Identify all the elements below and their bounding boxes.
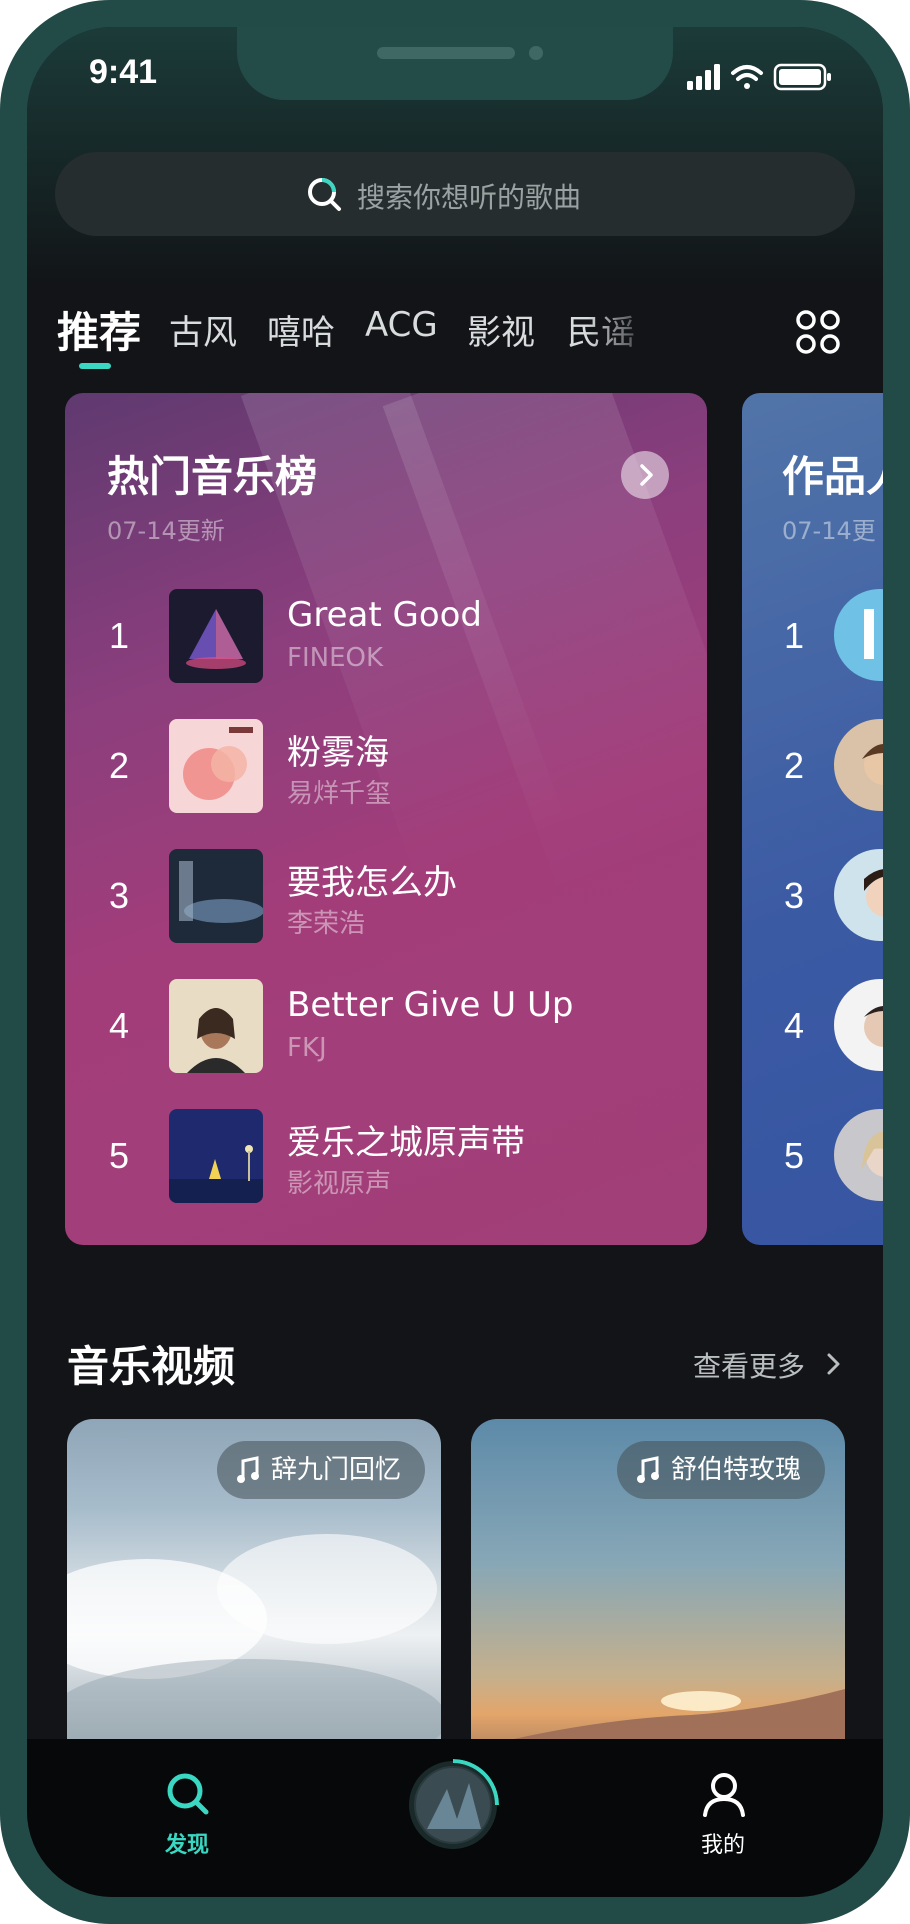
rank-number: 4 [784, 1005, 805, 1046]
wifi-icon [731, 65, 763, 89]
rank-number: 2 [784, 745, 805, 786]
category-tabs: 推荐 古风 嘻哈 ACG 影视 民谣 [27, 297, 883, 377]
video-tag-label: 辞九门回忆 [271, 1455, 402, 1485]
speaker [377, 47, 515, 59]
rank-number: 3 [109, 875, 130, 916]
song-title: Better Give U Up [287, 985, 574, 1025]
rank-number: 5 [784, 1135, 805, 1176]
search-icon [308, 178, 341, 211]
tab-film[interactable]: 影视 [467, 305, 535, 354]
song-title: 粉雾海 [287, 733, 389, 773]
bottom-tab-bar: 发现 我的 [27, 1739, 883, 1897]
rank-number: 1 [784, 615, 805, 656]
artist-row[interactable]: 5 [742, 1109, 883, 1205]
device-notch [237, 27, 673, 100]
album-cover [169, 849, 263, 943]
artist-row[interactable]: 2 [742, 719, 883, 815]
tab-hiphop[interactable]: 嘻哈 [267, 305, 335, 354]
rank-number: 3 [784, 875, 805, 916]
now-playing-button[interactable] [407, 1759, 499, 1851]
album-cover [169, 1109, 263, 1203]
rank-number: 5 [109, 1135, 130, 1176]
music-video-title: 音乐视频 [67, 1342, 236, 1391]
song-title: 爱乐之城原声带 [287, 1123, 525, 1163]
nav-mine[interactable]: 我的 [643, 1739, 803, 1859]
chart-row[interactable]: 4 Better Give U Up FKJ [65, 979, 707, 1075]
nav-discover[interactable]: 发现 [107, 1739, 267, 1859]
tab-active-indicator [79, 363, 111, 369]
artist-chart-title: 作品人 [782, 452, 883, 501]
artist-row[interactable]: 4 [742, 979, 883, 1075]
see-more-link[interactable]: 查看更多 [693, 1345, 805, 1385]
battery-icon [773, 63, 831, 91]
discover-icon [167, 1773, 209, 1815]
tab-fade [587, 297, 657, 377]
chevron-right-icon[interactable] [823, 1349, 845, 1379]
tab-recommend[interactable]: 推荐 [57, 299, 141, 360]
album-cover [169, 979, 263, 1073]
search-placeholder: 搜索你想听的歌曲 [357, 181, 582, 214]
artist-avatar [834, 979, 883, 1071]
music-note-icon [637, 1456, 659, 1483]
phone-frame: 9:41 搜索你想听的歌曲 推荐 古风 嘻哈 ACG 影视 热门音乐榜 07-1… [0, 0, 910, 1924]
rank-number: 2 [109, 745, 130, 786]
artist-row[interactable]: 1 [742, 589, 883, 685]
artist-avatar [834, 589, 883, 681]
video-card[interactable]: 舒伯特玫瑰 [471, 1419, 845, 1779]
hot-chart-updated: 07-14更新 [107, 517, 225, 545]
album-cover [169, 719, 263, 813]
artist-name: FKJ [287, 1033, 327, 1063]
artist-name: FINEOK [287, 643, 384, 673]
artist-avatar [834, 1109, 883, 1201]
artist-row[interactable]: 3 [742, 849, 883, 945]
tab-acg[interactable]: ACG [365, 305, 438, 345]
status-time: 9:41 [89, 53, 158, 91]
hot-chart-card[interactable]: 热门音乐榜 07-14更新 1 Great Good FINEOK 2 粉雾海 … [65, 393, 707, 1245]
user-icon [703, 1773, 745, 1817]
tab-gufeng[interactable]: 古风 [169, 305, 237, 354]
music-note-icon [237, 1456, 259, 1483]
artist-chart-card[interactable]: 作品人 07-14更 1 2 3 [742, 393, 883, 1245]
chart-row[interactable]: 2 粉雾海 易烊千玺 [65, 719, 707, 815]
hot-chart-title: 热门音乐榜 [107, 452, 318, 501]
chart-row[interactable]: 5 爱乐之城原声带 影视原声 [65, 1109, 707, 1205]
artist-name: 易烊千玺 [287, 779, 392, 809]
video-tag: 辞九门回忆 [217, 1441, 426, 1499]
video-card[interactable]: 辞九门回忆 [67, 1419, 441, 1779]
song-title: Great Good [287, 595, 483, 635]
artist-name: 影视原声 [287, 1169, 392, 1199]
song-title: 要我怎么办 [287, 863, 457, 903]
chart-row[interactable]: 1 Great Good FINEOK [65, 589, 707, 685]
artist-avatar [834, 719, 883, 811]
nav-discover-label: 发现 [164, 1833, 209, 1858]
video-tag-label: 舒伯特玫瑰 [671, 1455, 802, 1485]
rank-number: 4 [109, 1005, 130, 1046]
signal-icon [687, 64, 720, 90]
artist-name: 李荣浩 [287, 909, 366, 939]
search-bar[interactable]: 搜索你想听的歌曲 [55, 152, 855, 236]
app-screen: 9:41 搜索你想听的歌曲 推荐 古风 嘻哈 ACG 影视 热门音乐榜 07-1… [27, 27, 883, 1897]
rank-number: 1 [109, 615, 130, 656]
artist-avatar [834, 849, 883, 941]
chevron-right-icon[interactable] [621, 451, 669, 499]
artist-chart-updated: 07-14更 [782, 517, 876, 545]
chart-row[interactable]: 3 要我怎么办 李荣浩 [65, 849, 707, 945]
camera [529, 46, 543, 60]
category-grid-icon[interactable] [795, 309, 841, 355]
video-tag: 舒伯特玫瑰 [617, 1441, 826, 1499]
nav-mine-label: 我的 [700, 1833, 745, 1858]
album-cover [169, 589, 263, 683]
status-icons [687, 63, 831, 91]
